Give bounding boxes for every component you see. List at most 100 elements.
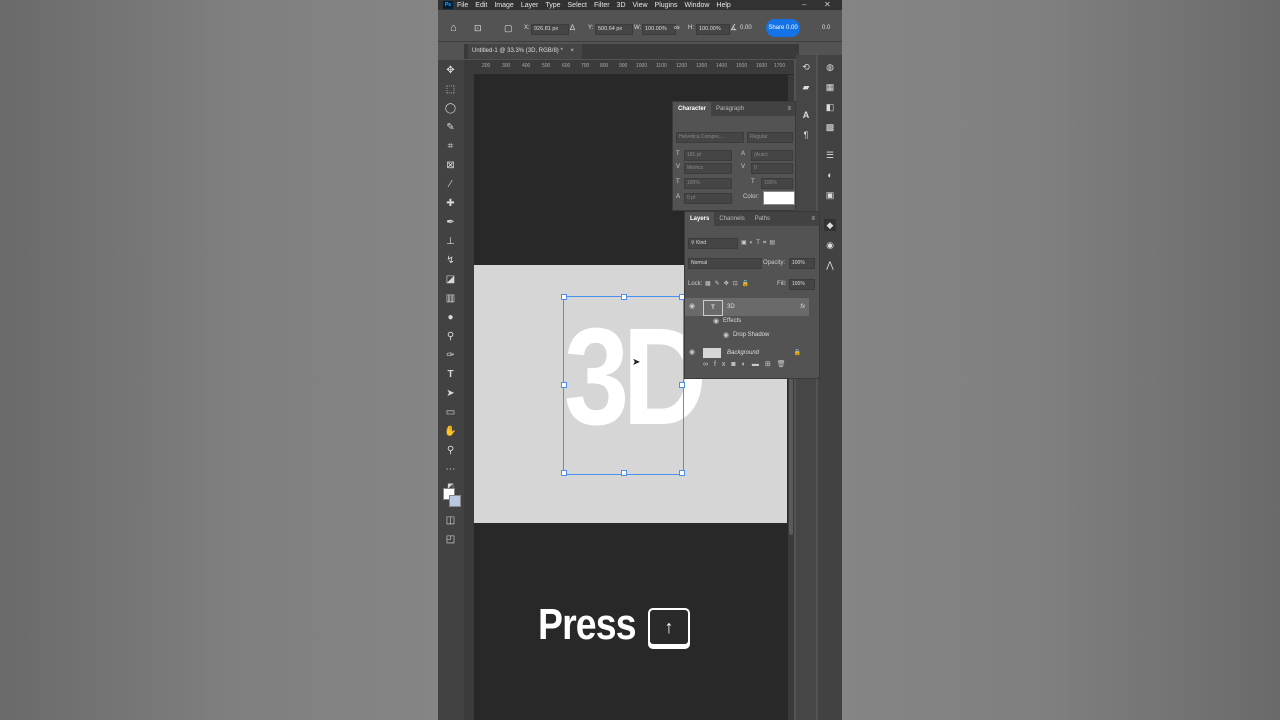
menu-type[interactable]: Type bbox=[545, 2, 560, 9]
move-tool-icon[interactable]: ✥ bbox=[444, 64, 457, 77]
lock-icons[interactable]: ▦✎✥⊡🔒 bbox=[705, 280, 753, 287]
transform-bounding-box[interactable] bbox=[561, 294, 685, 476]
height-field[interactable]: 100.00% bbox=[696, 24, 730, 35]
marquee-tool-icon[interactable]: ⬚ bbox=[444, 83, 457, 96]
transform-handle-l[interactable] bbox=[561, 382, 567, 388]
fill-field[interactable]: 100% bbox=[789, 279, 815, 290]
menu-image[interactable]: Image bbox=[494, 2, 513, 9]
tracking-field[interactable]: 0 bbox=[751, 163, 793, 174]
width-field[interactable]: 100.00% bbox=[642, 24, 676, 35]
layer-row-background[interactable]: ◉ Background 🔒 bbox=[685, 345, 809, 361]
close-window-icon[interactable]: ✕ bbox=[824, 0, 831, 9]
visibility-eye-icon[interactable]: ◉ bbox=[723, 329, 729, 342]
pen-tool-icon[interactable]: ✑ bbox=[444, 349, 457, 362]
layers-footer-icons[interactable]: ∞fx◙◐▬⊞🗑 bbox=[703, 360, 792, 368]
reference-point-icon[interactable]: ⊡ bbox=[474, 23, 482, 34]
close-tab-icon[interactable]: × bbox=[570, 48, 574, 54]
eyedropper-tool-icon[interactable]: ⁄ bbox=[444, 178, 457, 191]
menu-layer[interactable]: Layer bbox=[521, 2, 539, 9]
layer-row-3d[interactable]: ◉ T 3D fx bbox=[685, 298, 809, 316]
paragraph-panel-icon[interactable]: ¶ bbox=[800, 129, 812, 141]
menu-view[interactable]: View bbox=[633, 2, 648, 9]
y-position-field[interactable]: 500.64 px bbox=[595, 24, 633, 35]
fx-badge[interactable]: fx bbox=[800, 298, 805, 316]
visibility-eye-icon[interactable]: ◉ bbox=[689, 298, 695, 316]
path-select-tool-icon[interactable]: ➤ bbox=[444, 387, 457, 400]
font-family-select[interactable]: Helvetica Compre... bbox=[676, 132, 744, 143]
libraries-panel-icon[interactable]: ▣ bbox=[824, 189, 836, 201]
menu-window[interactable]: Window bbox=[685, 2, 710, 9]
transform-handle-t[interactable] bbox=[621, 294, 627, 300]
menu-plugins[interactable]: Plugins bbox=[655, 2, 678, 9]
rectangle-tool-icon[interactable]: ▭ bbox=[444, 406, 457, 419]
horizontal-scale-field[interactable]: 100% bbox=[761, 178, 793, 189]
more-tools-icon[interactable]: ⋯ bbox=[444, 463, 457, 476]
history-brush-tool-icon[interactable]: ↯ bbox=[444, 254, 457, 267]
frame-tool-icon[interactable]: ⊠ bbox=[444, 159, 457, 172]
type-tool-icon[interactable]: T bbox=[444, 368, 457, 381]
gradient-tool-icon[interactable]: ▥ bbox=[444, 292, 457, 305]
brush-tool-icon[interactable]: ✒ bbox=[444, 216, 457, 229]
minimize-icon[interactable]: – bbox=[802, 0, 806, 9]
color-panel-icon[interactable]: ◍ bbox=[824, 61, 836, 73]
healing-brush-tool-icon[interactable]: ✚ bbox=[444, 197, 457, 210]
kerning-field[interactable]: Metrics bbox=[684, 163, 732, 174]
layers-panel-icon[interactable]: ◆ bbox=[824, 219, 836, 231]
share-button[interactable]: Share 0.00 bbox=[766, 19, 800, 37]
clone-stamp-tool-icon[interactable]: ⊥ bbox=[444, 235, 457, 248]
transform-handle-r[interactable] bbox=[679, 382, 685, 388]
layer-filter-kind[interactable]: ⚲ Kind bbox=[688, 238, 738, 249]
dodge-tool-icon[interactable]: ⚲ bbox=[444, 330, 457, 343]
blur-tool-icon[interactable]: ● bbox=[444, 311, 457, 324]
panel-menu-icon[interactable]: ≡ bbox=[811, 216, 815, 222]
menu-edit[interactable]: Edit bbox=[475, 2, 487, 9]
lasso-tool-icon[interactable]: ◯ bbox=[444, 102, 457, 115]
zoom-tool-icon[interactable]: ⚲ bbox=[444, 444, 457, 457]
patterns-panel-icon[interactable]: ▩ bbox=[824, 121, 836, 133]
transform-handle-tl[interactable] bbox=[561, 294, 567, 300]
document-tab[interactable]: Untitled-1 @ 33.3% (3D, RGB/8) * × bbox=[468, 44, 582, 59]
comments-panel-icon[interactable]: ▰ bbox=[800, 81, 812, 93]
properties-panel-icon[interactable]: ☰ bbox=[824, 149, 836, 161]
tab-layers[interactable]: Layers bbox=[685, 212, 715, 226]
panel-menu-icon[interactable]: ≡ bbox=[787, 106, 791, 112]
layer-effects-row[interactable]: ◉ Effects bbox=[685, 315, 809, 328]
transform-handle-br[interactable] bbox=[679, 470, 685, 476]
transform-handle-bl[interactable] bbox=[561, 470, 567, 476]
reference-toggle-icon[interactable]: ▢ bbox=[504, 23, 513, 34]
text-color-swatch[interactable] bbox=[763, 191, 795, 205]
menu-select[interactable]: Select bbox=[568, 2, 587, 9]
menu-filter[interactable]: Filter bbox=[594, 2, 610, 9]
swatches-panel-icon[interactable]: ▦ bbox=[824, 81, 836, 93]
vertical-scale-field[interactable]: 100% bbox=[684, 178, 732, 189]
layer-drop-shadow-row[interactable]: ◉ Drop Shadow bbox=[685, 329, 809, 342]
link-icon[interactable]: ∞ bbox=[674, 23, 680, 32]
crop-tool-icon[interactable]: ⌗ bbox=[444, 140, 457, 153]
gradients-panel-icon[interactable]: ◧ bbox=[824, 101, 836, 113]
transform-handle-b[interactable] bbox=[621, 470, 627, 476]
blend-mode-select[interactable]: Normal bbox=[688, 258, 762, 269]
font-style-select[interactable]: Regular bbox=[747, 132, 793, 143]
scrollbar-thumb[interactable] bbox=[789, 375, 793, 535]
menu-help[interactable]: Help bbox=[716, 2, 730, 9]
quick-select-tool-icon[interactable]: ✎ bbox=[444, 121, 457, 134]
baseline-shift-field[interactable]: 0 pt bbox=[684, 193, 732, 204]
tab-channels[interactable]: Channels bbox=[714, 212, 749, 226]
skew-field[interactable]: 0.0 bbox=[822, 25, 830, 31]
tab-character[interactable]: Character bbox=[673, 102, 712, 116]
menu-file[interactable]: File bbox=[457, 2, 468, 9]
character-panel-icon[interactable]: A bbox=[800, 109, 812, 121]
visibility-eye-icon[interactable]: ◉ bbox=[689, 345, 695, 361]
layer-filter-icons[interactable]: ▣◐T⌗▤ bbox=[741, 239, 778, 247]
eraser-tool-icon[interactable]: ◪ bbox=[444, 273, 457, 286]
hand-tool-icon[interactable]: ✋ bbox=[444, 425, 457, 438]
x-position-field[interactable]: 926.81 px bbox=[531, 24, 569, 35]
screen-mode-icon[interactable]: ◰ bbox=[444, 533, 457, 546]
history-panel-icon[interactable]: ⟲ bbox=[800, 61, 812, 73]
opacity-field[interactable]: 100% bbox=[789, 258, 815, 269]
home-icon[interactable]: ⌂ bbox=[450, 22, 457, 34]
tab-paragraph[interactable]: Paragraph bbox=[711, 102, 749, 116]
channels-panel-icon[interactable]: ◉ bbox=[824, 239, 836, 251]
quick-mask-icon[interactable]: ◫ bbox=[444, 514, 457, 527]
background-color-swatch[interactable] bbox=[449, 495, 461, 507]
